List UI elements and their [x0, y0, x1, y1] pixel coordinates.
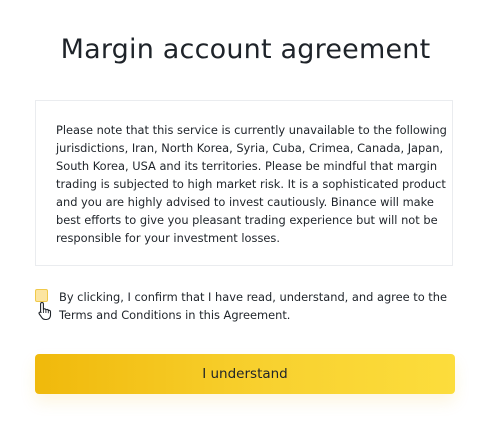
- hand-pointer-icon: [38, 301, 52, 321]
- i-understand-button[interactable]: I understand: [35, 354, 455, 394]
- confirm-label: By clicking, I confirm that I have read,…: [59, 290, 447, 322]
- confirm-row[interactable]: By clicking, I confirm that I have read,…: [35, 288, 453, 328]
- notice-text: Please note that this service is current…: [56, 123, 447, 245]
- dialog-title: Margin account agreement: [60, 34, 431, 65]
- notice-box: Please note that this service is current…: [35, 100, 453, 266]
